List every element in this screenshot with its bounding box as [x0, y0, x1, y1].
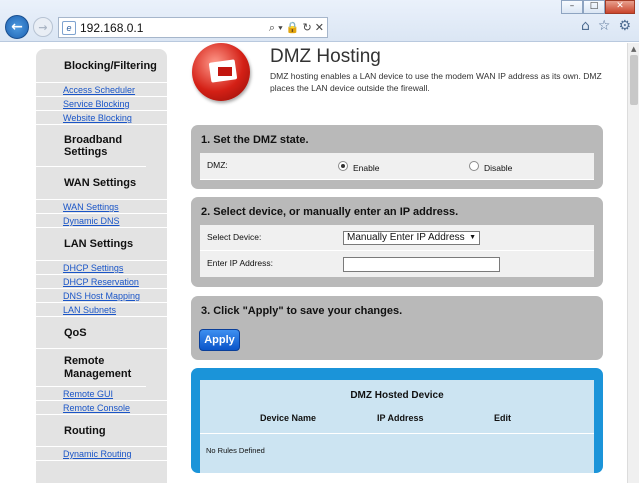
select-device-row: Select Device: Manually Enter IP Address…	[200, 225, 594, 251]
sidebar-link-dhcp-settings[interactable]: DHCP Settings	[36, 261, 167, 275]
sidebar-heading-broadband: Broadband Settings	[36, 125, 146, 167]
sidebar-link-dhcp-reservation[interactable]: DHCP Reservation	[36, 275, 167, 289]
ie-favicon-icon: e	[62, 20, 76, 35]
maximize-button[interactable]: □	[583, 0, 605, 14]
address-bar[interactable]: e 192.168.0.1 ⌕ ▾ 🔒 ↻ ✕	[58, 17, 328, 38]
enable-radio[interactable]	[338, 161, 348, 171]
logo-inner-shape	[216, 65, 234, 78]
apply-panel: 3. Click "Apply" to save your changes. A…	[191, 296, 603, 360]
select-device-value: Manually Enter IP Address	[347, 232, 465, 243]
page-content: Blocking/Filtering Access Scheduler Serv…	[0, 43, 627, 483]
vertical-scrollbar[interactable]: ▲	[627, 43, 639, 483]
sidebar-link-wan-settings[interactable]: WAN Settings	[36, 200, 167, 214]
column-header-device-name: Device Name	[260, 413, 317, 423]
forward-arrow-icon[interactable]: →	[33, 17, 53, 37]
step3-title: 3. Click "Apply" to save your changes.	[201, 305, 403, 317]
address-url[interactable]: 192.168.0.1	[80, 21, 266, 35]
step1-body: DMZ: Enable Disable	[200, 153, 594, 180]
select-device-label: Select Device:	[207, 232, 262, 242]
page-title: DMZ Hosting	[270, 46, 381, 67]
sidebar-link-dynamic-dns[interactable]: Dynamic DNS	[36, 214, 167, 228]
ip-address-row: Enter IP Address:	[200, 251, 594, 277]
hosted-device-title: DMZ Hosted Device	[350, 390, 444, 401]
dmz-state-row: DMZ: Enable Disable	[200, 153, 594, 180]
sidebar-link-dynamic-routing[interactable]: Dynamic Routing	[36, 447, 167, 461]
sidebar-heading-wan: WAN Settings	[36, 167, 167, 200]
disable-radio[interactable]	[469, 161, 479, 171]
sidebar-link-service-blocking[interactable]: Service Blocking	[36, 97, 167, 111]
dmz-logo-icon	[192, 43, 250, 101]
column-header-edit: Edit	[494, 413, 511, 423]
settings-gear-icon[interactable]: ⚙	[618, 18, 631, 34]
close-window-button[interactable]: ✕	[605, 0, 635, 14]
sidebar-link-website-blocking[interactable]: Website Blocking	[36, 111, 167, 125]
sidebar-heading-blocking: Blocking/Filtering	[36, 49, 167, 83]
disable-radio-label[interactable]: Disable	[484, 163, 512, 173]
page-description: DMZ hosting enables a LAN device to use …	[270, 71, 602, 93]
sidebar-link-remote-console[interactable]: Remote Console	[36, 401, 167, 415]
browser-toolbar-icons: ⌂ ☆ ⚙	[581, 18, 631, 34]
apply-button[interactable]: Apply	[199, 329, 240, 351]
sidebar-heading-routing: Routing	[36, 415, 167, 447]
tab-strip[interactable]	[330, 17, 570, 38]
scrollbar-thumb[interactable]	[630, 55, 638, 105]
step1-title: 1. Set the DMZ state.	[201, 134, 309, 146]
select-device-dropdown[interactable]: Manually Enter IP Address ▼	[343, 231, 480, 245]
hosted-device-table: DMZ Hosted Device Device Name IP Address…	[200, 380, 594, 473]
sidebar: Blocking/Filtering Access Scheduler Serv…	[36, 49, 167, 483]
sidebar-link-dns-host-mapping[interactable]: DNS Host Mapping	[36, 289, 167, 303]
column-header-ip-address: IP Address	[377, 413, 424, 423]
ip-address-input[interactable]	[343, 257, 500, 272]
dmz-state-panel: 1. Set the DMZ state. DMZ: Enable Disabl…	[191, 125, 603, 189]
enable-radio-label[interactable]: Enable	[353, 163, 379, 173]
home-icon[interactable]: ⌂	[581, 18, 590, 34]
dmz-hosted-device-panel: DMZ Hosted Device Device Name IP Address…	[191, 368, 603, 473]
sidebar-link-remote-gui[interactable]: Remote GUI	[36, 387, 167, 401]
browser-chrome: – □ ✕ ← → e 192.168.0.1 ⌕ ▾ 🔒 ↻ ✕ ⌂ ☆ ⚙	[0, 0, 639, 42]
minimize-button[interactable]: –	[561, 0, 583, 14]
sidebar-heading-remote-management: Remote Management	[36, 349, 146, 387]
sidebar-link-access-scheduler[interactable]: Access Scheduler	[36, 83, 167, 97]
step2-body: Select Device: Manually Enter IP Address…	[200, 225, 594, 277]
table-divider	[200, 433, 594, 434]
ip-address-label: Enter IP Address:	[207, 258, 273, 268]
device-select-panel: 2. Select device, or manually enter an I…	[191, 197, 603, 287]
address-controls-icons[interactable]: ⌕ ▾ 🔒 ↻ ✕	[266, 21, 327, 35]
sidebar-heading-qos: QoS	[36, 317, 167, 349]
favorites-star-icon[interactable]: ☆	[598, 18, 611, 34]
step2-title: 2. Select device, or manually enter an I…	[201, 206, 459, 218]
dropdown-caret-icon: ▼	[469, 234, 476, 241]
dmz-label: DMZ:	[207, 160, 228, 170]
window-controls: – □ ✕	[561, 0, 635, 14]
sidebar-link-lan-subnets[interactable]: LAN Subnets	[36, 303, 167, 317]
sidebar-heading-lan: LAN Settings	[36, 228, 167, 261]
no-rules-message: No Rules Defined	[206, 446, 265, 455]
scroll-up-arrow-icon[interactable]: ▲	[631, 45, 636, 53]
back-arrow-icon[interactable]: ←	[5, 15, 29, 39]
